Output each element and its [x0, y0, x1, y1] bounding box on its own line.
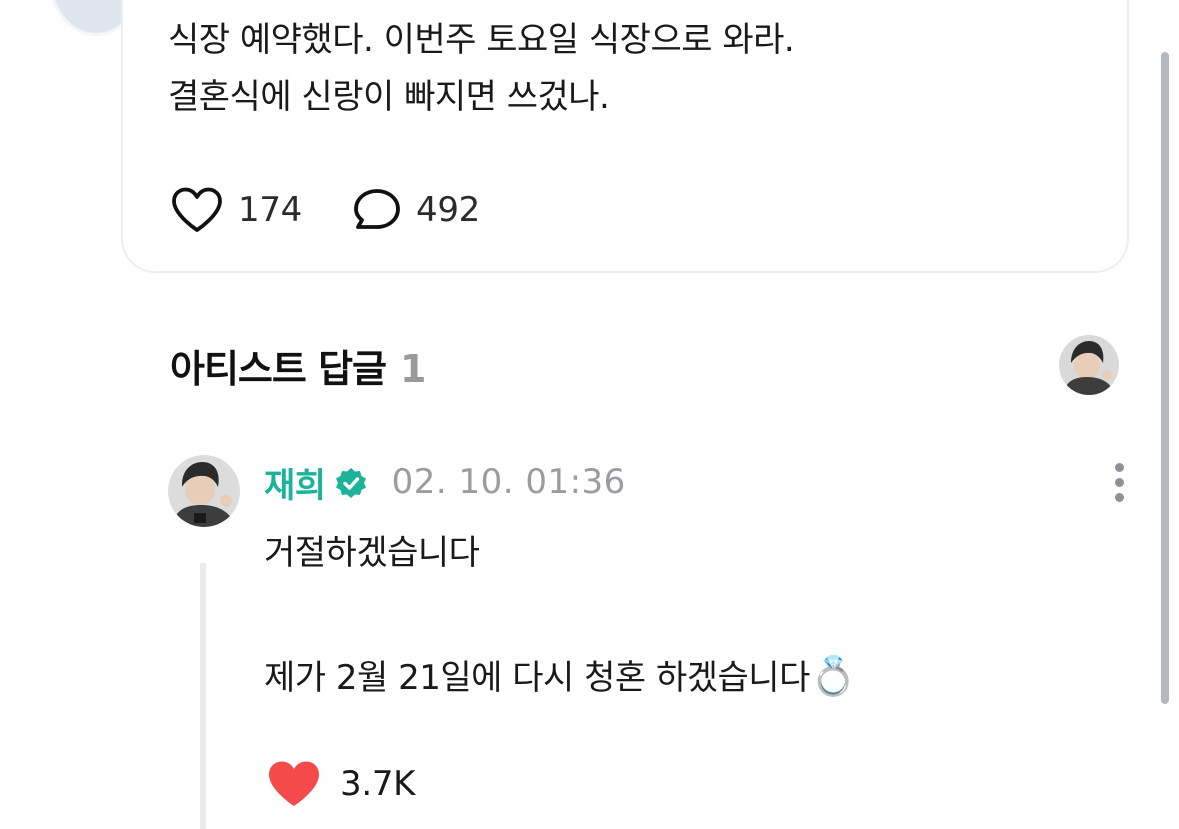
section-title: 아티스트 답글 — [170, 347, 387, 391]
artist-avatar-image — [1059, 335, 1119, 395]
reply-avatar-image — [168, 455, 240, 527]
more-options-button[interactable] — [1101, 458, 1137, 506]
more-vertical-icon — [1114, 492, 1124, 502]
reply-timestamp: 02. 10. 01:36 — [391, 462, 626, 502]
post-like-button[interactable]: 174 — [170, 186, 302, 234]
more-vertical-icon — [1114, 462, 1124, 472]
reply-like-count: 3.7K — [340, 764, 416, 804]
thread-line — [200, 563, 206, 829]
post-actions: 174 492 — [170, 186, 480, 234]
section-count: 1 — [400, 347, 426, 391]
verified-badge-icon — [335, 468, 366, 498]
post-text-line: 식장 예약했다. 이번주 토요일 식장으로 와라. — [168, 20, 795, 60]
reply-like-button[interactable]: 3.7K — [266, 758, 415, 810]
reply-header: 재희 02. 10. 01:36 — [264, 458, 626, 506]
post-comment-button[interactable]: 492 — [352, 187, 480, 233]
reply-author-name[interactable]: 재희 — [264, 458, 326, 507]
scrollbar[interactable] — [1161, 52, 1169, 704]
post-body: 식장 예약했다. 이번주 토요일 식장으로 와라. 결혼식에 신랑이 빠지면 쓰… — [168, 12, 795, 126]
reply-text-line: 거절하겠습니다 — [264, 533, 480, 573]
heart-filled-icon — [269, 761, 319, 806]
reply-author-avatar[interactable] — [168, 455, 240, 527]
artist-reply-screen: 식장 예약했다. 이번주 토요일 식장으로 와라. 결혼식에 신랑이 빠지면 쓰… — [0, 0, 1179, 829]
more-vertical-icon — [1114, 477, 1124, 487]
speech-bubble-icon — [354, 189, 400, 229]
artist-avatar[interactable] — [1059, 335, 1119, 395]
heart-outline-icon — [172, 187, 222, 232]
ring-emoji: 💍 — [809, 654, 857, 698]
post-text-line: 결혼식에 신랑이 빠지면 쓰겄나. — [168, 77, 610, 117]
post-comment-count: 492 — [416, 190, 480, 230]
reply-text: 제가 2월 21일에 다시 청혼 하겠습니다 — [264, 658, 810, 698]
reply-text-line: 제가 2월 21일에 다시 청혼 하겠습니다💍 — [264, 650, 857, 699]
post-like-count: 174 — [238, 190, 302, 230]
section-header: 아티스트 답글 1 — [170, 338, 426, 393]
